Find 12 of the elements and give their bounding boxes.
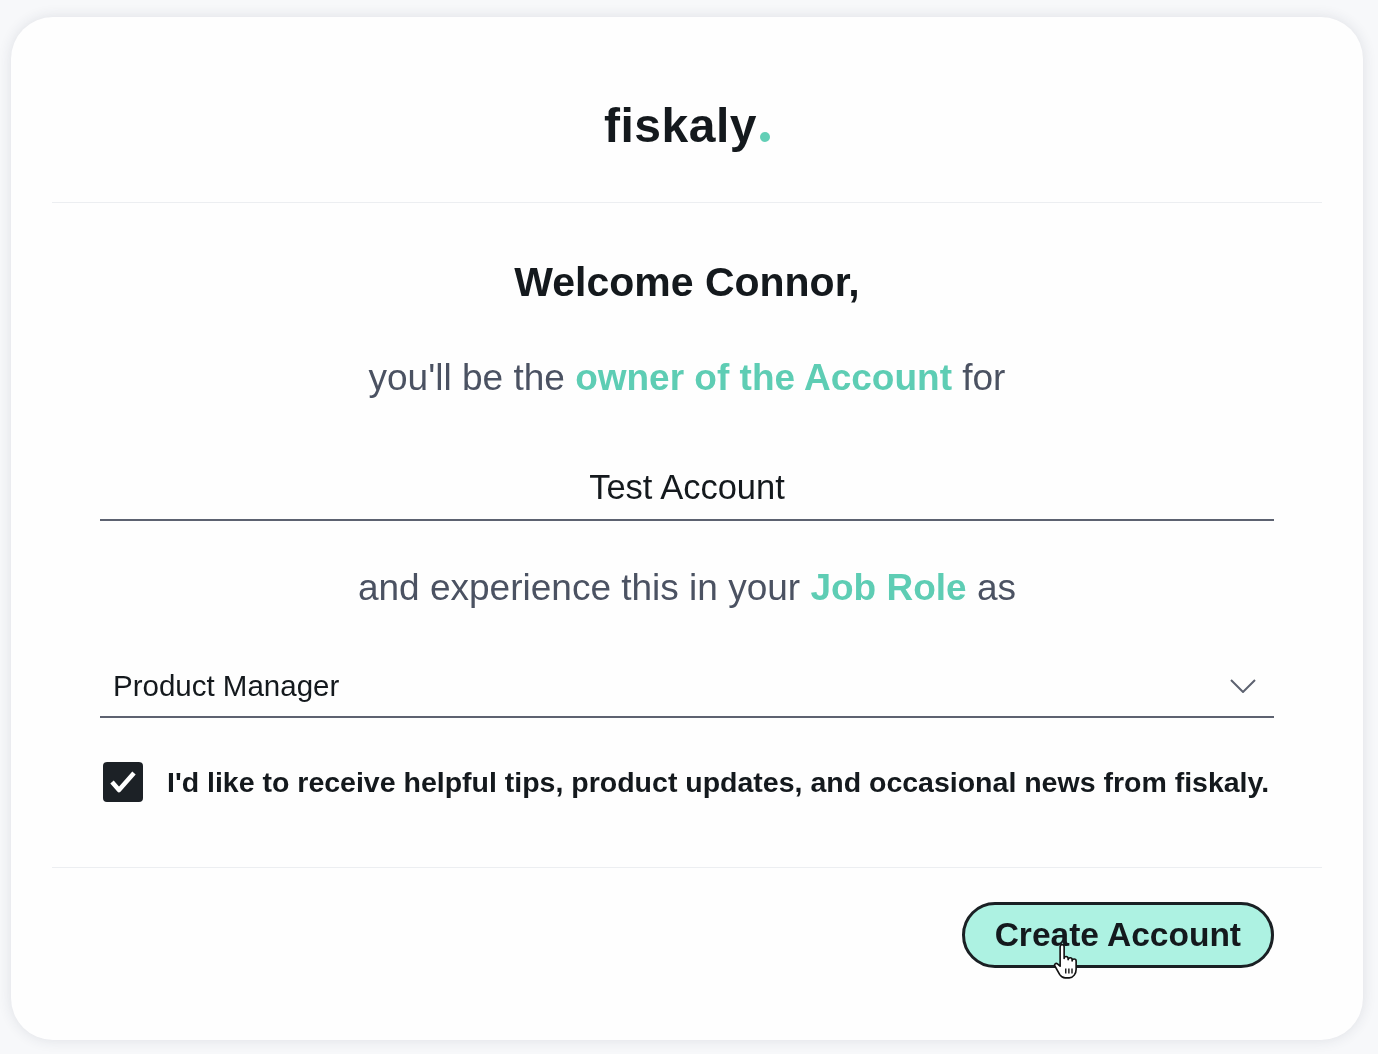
chevron-down-icon: [1230, 679, 1256, 693]
welcome-heading: Welcome Connor,: [514, 260, 860, 304]
create-account-button[interactable]: Create Account: [961, 902, 1274, 968]
checkmark-icon: [110, 771, 136, 793]
job-role-select[interactable]: Product Manager: [100, 666, 1274, 718]
newsletter-label: I'd like to receive helpful tips, product updates, and occasional news from fiskaly.: [167, 765, 1270, 799]
newsletter-checkbox[interactable]: [103, 762, 143, 802]
job-role-sentence: and experience this in your Job Role as: [357, 566, 1017, 610]
owner-sentence: you'll be the owner of the Account for: [368, 356, 1006, 400]
fiskaly-logo: fiskaly: [604, 102, 757, 150]
account-name-field[interactable]: Test Account: [100, 467, 1274, 521]
logo-dot-icon: [759, 132, 770, 142]
